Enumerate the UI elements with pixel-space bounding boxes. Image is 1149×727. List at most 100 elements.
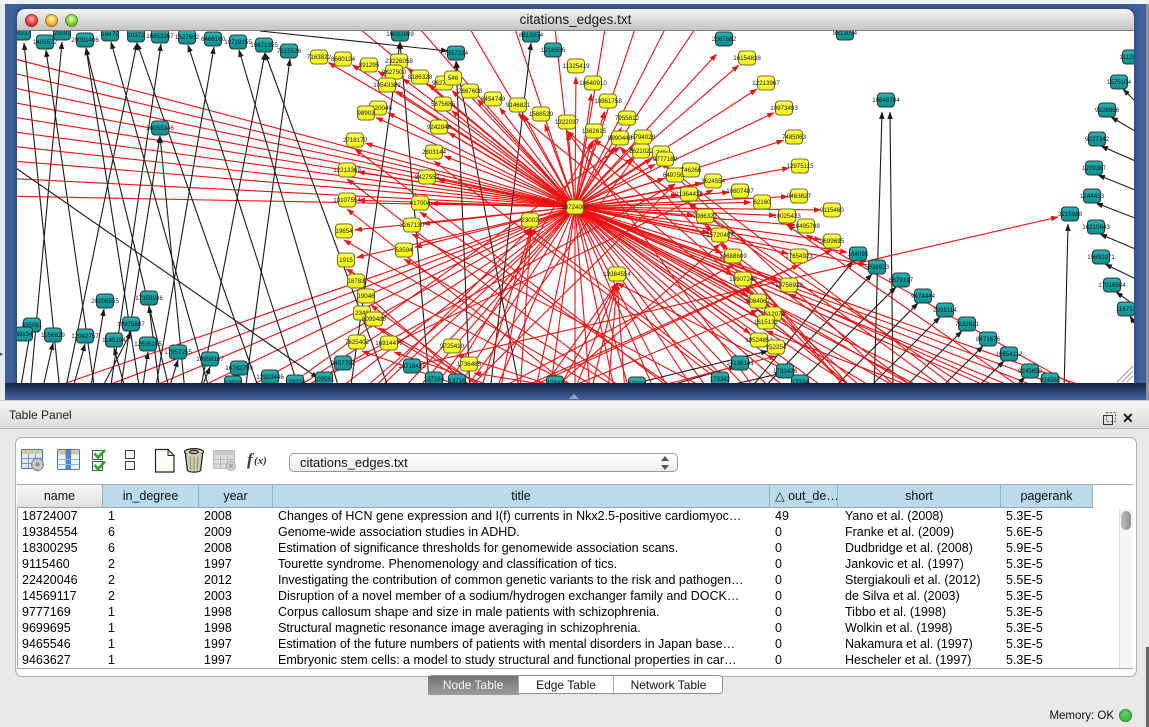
svg-text:16782759: 16782759 xyxy=(225,365,253,372)
svg-text:20091406: 20091406 xyxy=(71,37,99,44)
svg-text:16853267: 16853267 xyxy=(146,33,174,40)
svg-text:164095: 164095 xyxy=(848,251,869,258)
svg-text:252254: 252254 xyxy=(766,344,787,351)
svg-text:12942757: 12942757 xyxy=(71,333,99,340)
svg-text:9227342: 9227342 xyxy=(1085,136,1110,143)
svg-text:3624554: 3624554 xyxy=(701,178,726,185)
svg-text:1405572: 1405572 xyxy=(33,39,58,46)
svg-text:8813054: 8813054 xyxy=(833,31,858,37)
svg-text:2718170: 2718170 xyxy=(343,137,368,144)
svg-text:12213369: 12213369 xyxy=(333,167,361,174)
svg-text:10107554: 10107554 xyxy=(333,197,361,204)
svg-text:2803144: 2803144 xyxy=(422,149,447,156)
svg-text:1575104: 1575104 xyxy=(1107,79,1132,86)
svg-text:1218506: 1218506 xyxy=(541,47,566,54)
svg-text:7515526: 7515526 xyxy=(277,48,302,55)
svg-text:12975115: 12975115 xyxy=(786,163,814,170)
svg-text:9827500: 9827500 xyxy=(382,69,407,76)
svg-text:20053346: 20053346 xyxy=(146,125,174,132)
svg-text:8454749: 8454749 xyxy=(481,96,506,103)
svg-text:12923446: 12923446 xyxy=(256,374,284,381)
svg-text:9329966: 9329966 xyxy=(1095,107,1120,114)
svg-text:16475: 16475 xyxy=(101,31,119,38)
svg-text:1156829: 1156829 xyxy=(41,332,65,339)
svg-text:23226058: 23226058 xyxy=(385,58,413,65)
svg-text:8427552: 8427552 xyxy=(415,174,440,181)
svg-text:9777169: 9777169 xyxy=(653,156,678,163)
svg-text:7986322: 7986322 xyxy=(693,213,718,220)
svg-text:891295: 891295 xyxy=(359,62,380,69)
svg-text:10973493: 10973493 xyxy=(770,105,798,112)
svg-text:9725410: 9725410 xyxy=(440,343,465,350)
svg-text:10958187: 10958187 xyxy=(196,356,224,363)
svg-text:18640910: 18640910 xyxy=(579,80,607,87)
svg-text:18724007: 18724007 xyxy=(561,204,589,211)
svg-text:8099488: 8099488 xyxy=(362,316,387,323)
svg-text:6879197: 6879197 xyxy=(889,277,914,284)
svg-text:7485063: 7485063 xyxy=(782,134,807,141)
svg-text:10719155: 10719155 xyxy=(224,39,252,46)
svg-text:10025433: 10025433 xyxy=(773,213,801,220)
svg-text:16033809: 16033809 xyxy=(386,31,414,38)
svg-text:7357224: 7357224 xyxy=(444,50,469,57)
svg-text:1733426: 1733426 xyxy=(773,368,798,375)
svg-text:7625402: 7625402 xyxy=(345,339,370,346)
svg-text:17334: 17334 xyxy=(791,379,809,383)
svg-text:1112906: 1112906 xyxy=(1119,54,1134,61)
svg-text:20206555: 20206555 xyxy=(91,298,119,305)
svg-text:16648784: 16648784 xyxy=(872,97,900,104)
svg-text:9242848: 9242848 xyxy=(427,124,452,131)
svg-text:1209387: 1209387 xyxy=(1082,165,1107,172)
svg-text:924565: 924565 xyxy=(1040,377,1061,383)
svg-text:18495798: 18495798 xyxy=(792,223,820,230)
svg-text:8660124: 8660124 xyxy=(331,56,356,63)
svg-text:15720407: 15720407 xyxy=(706,232,734,239)
svg-text:23002: 23002 xyxy=(521,217,539,224)
svg-text:1588520: 1588520 xyxy=(529,111,554,118)
svg-text:19975887: 19975887 xyxy=(117,321,145,328)
svg-text:17334: 17334 xyxy=(628,381,646,383)
svg-text:98903: 98903 xyxy=(357,110,375,117)
svg-text:10961758: 10961758 xyxy=(594,98,622,105)
svg-text:5938923: 5938923 xyxy=(865,264,890,271)
svg-text:6794028: 6794028 xyxy=(631,134,656,141)
svg-text:1362615: 1362615 xyxy=(582,128,607,135)
svg-text:9115460: 9115460 xyxy=(820,207,844,214)
svg-text:2867608: 2867608 xyxy=(458,88,483,95)
svg-text:5675685: 5675685 xyxy=(431,101,456,108)
svg-text:19046: 19046 xyxy=(357,293,375,300)
svg-text:6466160: 6466160 xyxy=(201,36,226,43)
svg-text:1615132: 1615132 xyxy=(754,319,779,326)
svg-text:10543382: 10543382 xyxy=(373,82,401,89)
svg-text:1322037: 1322037 xyxy=(555,119,580,126)
svg-text:7632621: 7632621 xyxy=(955,321,980,328)
svg-text:1145194: 1145194 xyxy=(102,337,126,344)
svg-text:39154: 39154 xyxy=(17,331,33,338)
svg-text:2935114: 2935114 xyxy=(933,307,957,314)
svg-text:137164: 137164 xyxy=(424,376,445,383)
svg-text:8990448: 8990448 xyxy=(608,135,633,142)
svg-text:1915: 1915 xyxy=(339,257,353,264)
svg-text:9084067: 9084067 xyxy=(746,298,771,305)
svg-text:10807487: 10807487 xyxy=(726,188,754,195)
svg-text:16210643: 16210643 xyxy=(1082,224,1110,231)
svg-text:9146821: 9146821 xyxy=(506,102,531,109)
svg-text:11325419: 11325419 xyxy=(562,63,590,70)
svg-text:7955812: 7955812 xyxy=(615,115,640,122)
svg-text:417004: 417004 xyxy=(410,200,431,207)
svg-text:9457791: 9457791 xyxy=(331,360,356,367)
svg-text:13716: 13716 xyxy=(448,378,466,383)
svg-text:8186328: 8186328 xyxy=(408,74,433,81)
svg-text:18907249: 18907249 xyxy=(729,276,757,283)
svg-text:746266: 746266 xyxy=(681,167,702,174)
svg-text:9474444: 9474444 xyxy=(911,293,936,300)
svg-text:10654112: 10654112 xyxy=(995,351,1023,358)
svg-text:16914479: 16914479 xyxy=(375,340,403,347)
svg-text:21364436: 21364436 xyxy=(675,191,703,198)
svg-text:7163822: 7163822 xyxy=(307,54,332,61)
svg-text:17957255: 17957255 xyxy=(164,349,192,356)
svg-text:9463627: 9463627 xyxy=(787,193,812,200)
svg-text:16154838: 16154838 xyxy=(733,55,761,62)
svg-text:18783: 18783 xyxy=(347,278,365,285)
svg-text:15692971: 15692971 xyxy=(1087,254,1115,261)
